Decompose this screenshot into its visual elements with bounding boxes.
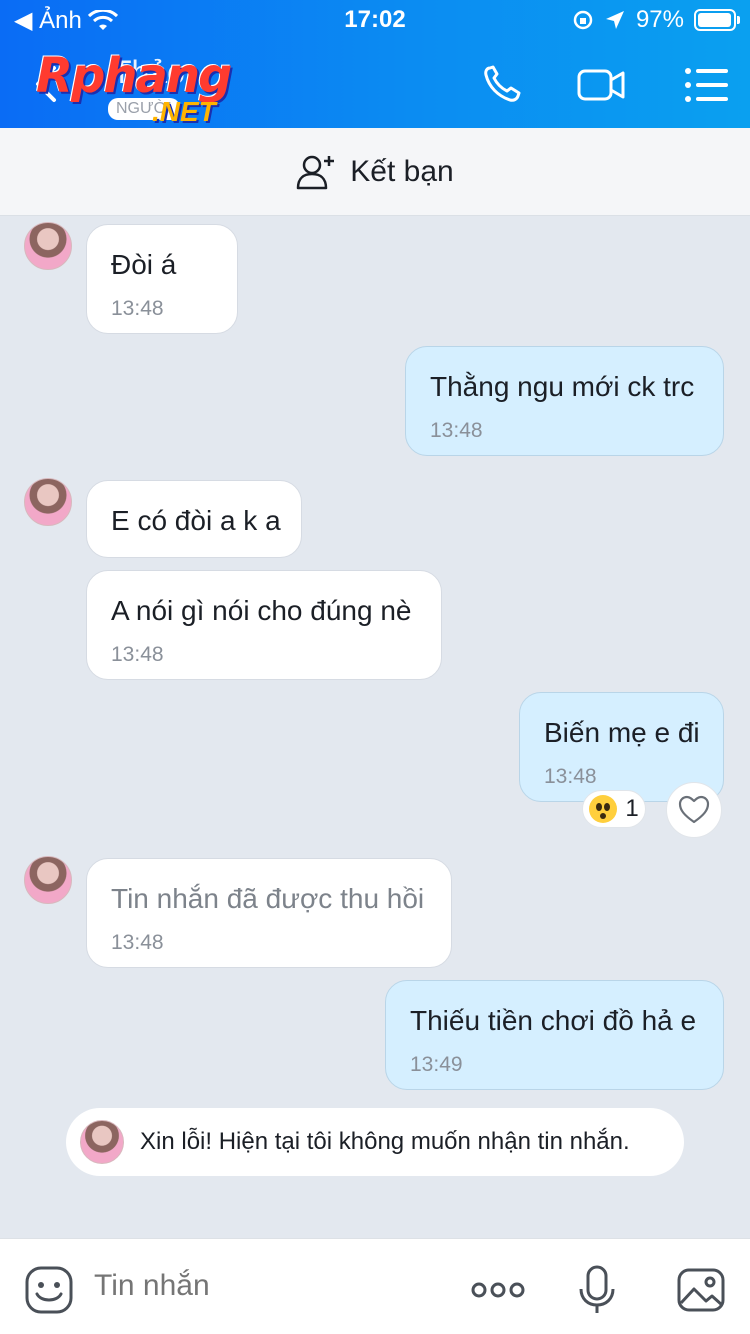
message-text: Tin nhắn đã được thu hồi bbox=[111, 883, 425, 914]
message-time: 13:48 bbox=[544, 765, 597, 788]
message-text: E có đòi a k a bbox=[111, 505, 281, 536]
chat-header: ◀ Ảnh 17:02 97% Thảo Rphang NGƯỜI .NET bbox=[0, 0, 750, 128]
shocked-face-icon bbox=[589, 795, 618, 823]
message-time: 13:48 bbox=[111, 643, 164, 666]
avatar bbox=[80, 1120, 124, 1164]
message-text: Thằng ngu mới ck trc bbox=[430, 371, 695, 402]
message-text: A nói gì nói cho đúng nè bbox=[111, 595, 412, 626]
battery-percent: 97% bbox=[635, 6, 684, 33]
add-friend-button[interactable]: Kết bạn bbox=[0, 128, 750, 216]
watermark-suffix: .NET bbox=[152, 96, 216, 127]
message-time: 13:49 bbox=[410, 1053, 463, 1076]
rotation-lock-icon bbox=[573, 10, 593, 30]
microphone-icon[interactable] bbox=[572, 1265, 622, 1315]
location-icon bbox=[605, 11, 624, 29]
heart-icon bbox=[678, 795, 710, 824]
message-bubble-incoming[interactable]: Đòi á 13:48 bbox=[86, 224, 238, 334]
emoji-icon[interactable] bbox=[24, 1265, 74, 1315]
message-text: Thiếu tiền chơi đồ hả e bbox=[410, 1005, 697, 1036]
message-bubble-recalled[interactable]: Tin nhắn đã được thu hồi 13:48 bbox=[86, 858, 452, 968]
watermark-logo: Rphang NGƯỜI .NET bbox=[36, 48, 276, 128]
battery-icon bbox=[694, 9, 740, 31]
video-call-icon[interactable] bbox=[576, 62, 626, 108]
react-heart-button[interactable] bbox=[666, 782, 722, 838]
message-time: 13:48 bbox=[430, 419, 483, 442]
avatar[interactable] bbox=[24, 478, 72, 526]
status-right: 97% bbox=[572, 6, 740, 34]
message-input[interactable] bbox=[94, 1269, 424, 1303]
reaction-badge[interactable]: 1 bbox=[582, 790, 646, 828]
message-bubble-incoming[interactable]: E có đòi a k a bbox=[86, 480, 302, 558]
add-friend-label: Kết bạn bbox=[350, 154, 454, 188]
nav-bar: Thảo Rphang NGƯỜI .NET bbox=[0, 42, 750, 128]
message-bubble-incoming[interactable]: A nói gì nói cho đúng nè 13:48 bbox=[86, 570, 442, 680]
blocked-notice: Xin lỗi! Hiện tại tôi không muốn nhận ti… bbox=[66, 1108, 684, 1176]
more-icon[interactable] bbox=[470, 1265, 526, 1315]
notice-text: Xin lỗi! Hiện tại tôi không muốn nhận ti… bbox=[140, 1128, 630, 1155]
message-text: Đòi á bbox=[111, 249, 177, 280]
image-icon[interactable] bbox=[676, 1265, 726, 1315]
reaction-count: 1 bbox=[625, 795, 639, 822]
avatar[interactable] bbox=[24, 856, 72, 904]
message-time: 13:48 bbox=[111, 297, 164, 320]
avatar[interactable] bbox=[24, 222, 72, 270]
message-input-bar bbox=[0, 1238, 750, 1334]
add-user-icon bbox=[297, 155, 335, 189]
status-bar: ◀ Ảnh 17:02 97% bbox=[0, 0, 750, 40]
phone-icon[interactable] bbox=[478, 62, 528, 108]
message-bubble-outgoing[interactable]: Thiếu tiền chơi đồ hả e 13:49 bbox=[385, 980, 724, 1090]
menu-icon[interactable] bbox=[682, 62, 732, 108]
message-bubble-outgoing[interactable]: Thằng ngu mới ck trc 13:48 bbox=[405, 346, 724, 456]
message-text: Biến mẹ e đi bbox=[544, 717, 700, 748]
message-time: 13:48 bbox=[111, 931, 164, 954]
